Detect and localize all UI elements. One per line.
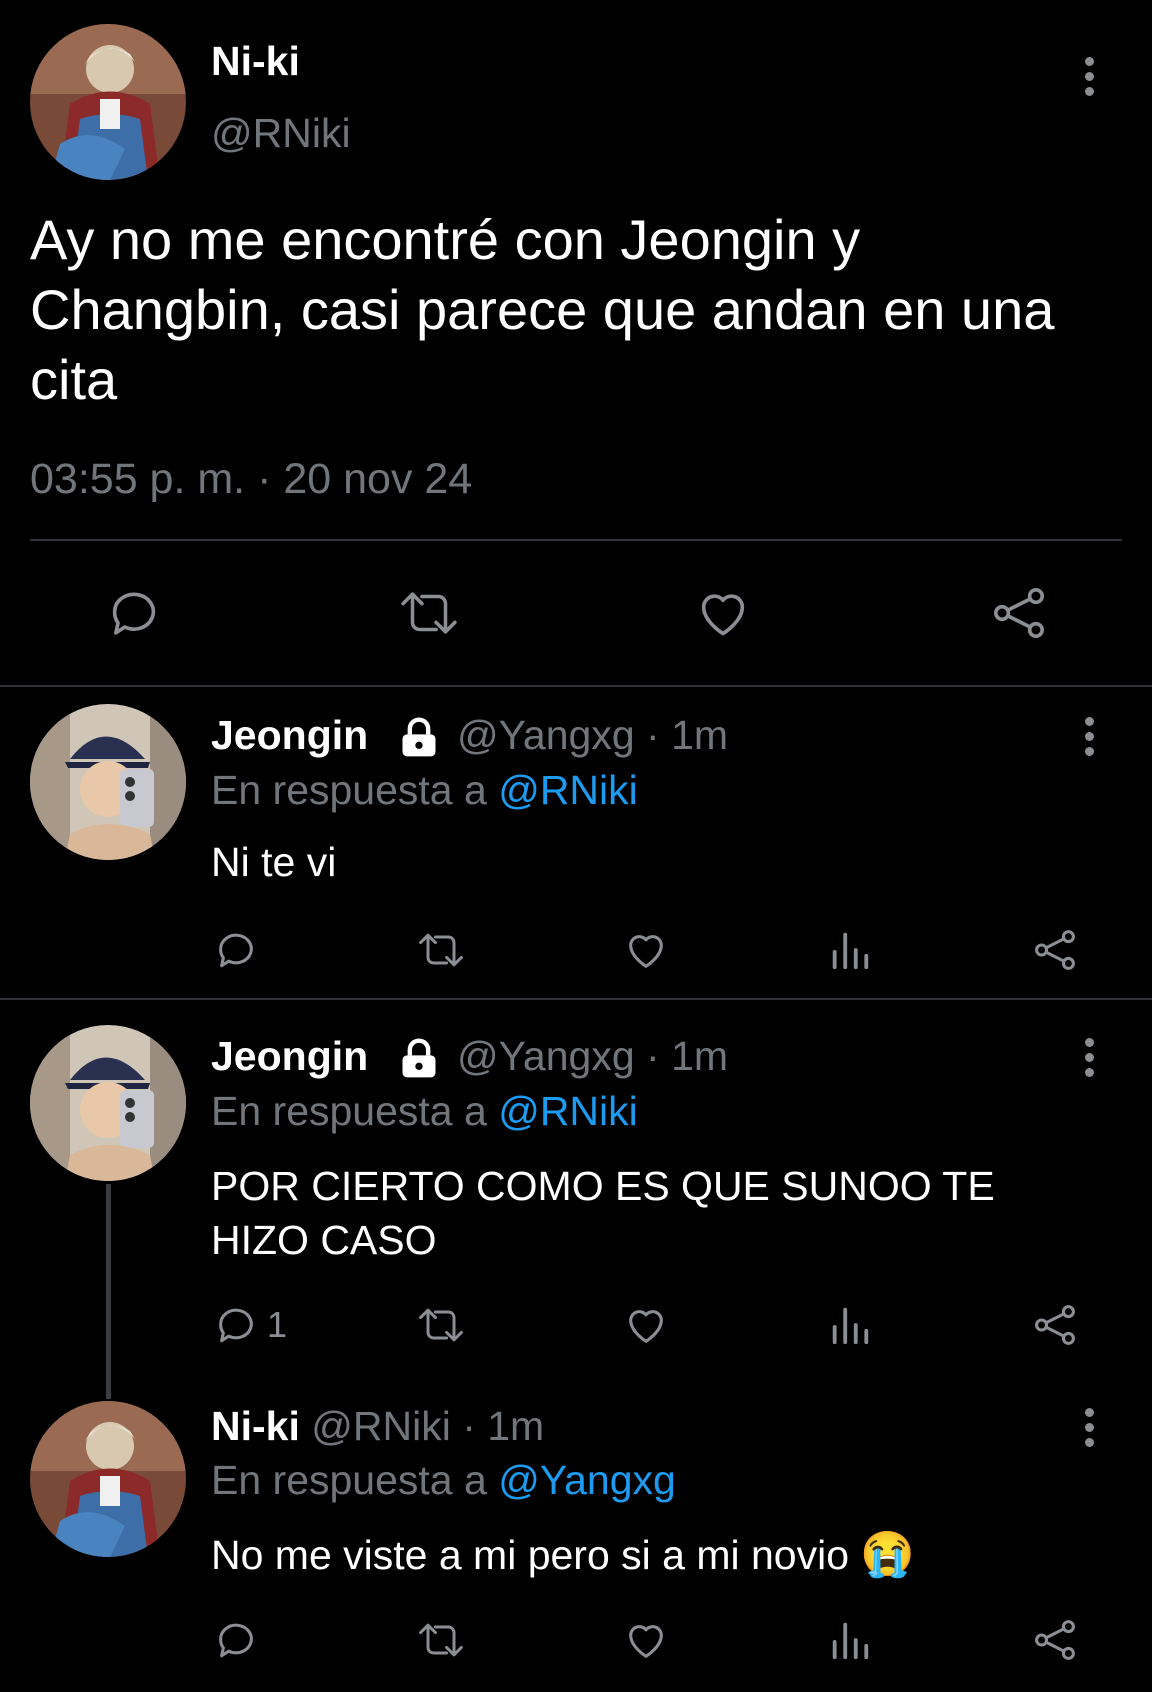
reply-2-like-button[interactable] — [622, 1302, 670, 1348]
more-icon[interactable] — [1081, 53, 1097, 97]
reply-1-like-button[interactable] — [622, 927, 670, 973]
reply-3-share-button[interactable] — [1032, 1617, 1078, 1663]
main-timestamp[interactable]: 03:55 p. m. · 20 nov 24 — [30, 455, 472, 504]
reply-3-like-button[interactable] — [622, 1617, 670, 1663]
reply-2-header: Jeongin @Yangxg · 1m — [211, 1033, 728, 1081]
reply-icon — [219, 933, 253, 968]
retweet-icon — [419, 933, 463, 967]
reply-3-views-button[interactable] — [827, 1617, 873, 1663]
reply-3-text-row: No me viste a mi pero si a mi novio 😭 — [211, 1528, 915, 1580]
main-tweet-text: Ay no me encontré con Jeongin y Changbin… — [30, 208, 1055, 411]
divider-main-stats — [30, 539, 1122, 541]
more-icon[interactable] — [1081, 713, 1097, 757]
reply-2-share-button[interactable] — [1032, 1302, 1078, 1348]
reply-3-header: Ni-ki @RNiki · 1m — [211, 1403, 544, 1450]
reply-2-display-name[interactable]: Jeongin — [211, 1033, 368, 1079]
reply-3-text: No me viste a mi pero si a mi novio — [211, 1532, 850, 1578]
reply-1-handle-time[interactable]: @Yangxg · 1m — [457, 712, 728, 758]
reply-2-text: POR CIERTO COMO ES QUE SUNOO TE HIZO CAS… — [211, 1163, 995, 1263]
reply-1-text: Ni te vi — [211, 839, 337, 885]
views-icon — [832, 1307, 869, 1345]
like-icon — [629, 1625, 663, 1658]
reply-icon — [219, 1308, 253, 1343]
reply-3-reply-button[interactable] — [213, 1617, 267, 1663]
retweet-icon — [401, 592, 457, 634]
thread-line — [106, 1184, 111, 1399]
more-icon[interactable] — [1081, 1404, 1097, 1448]
reply-3-mention[interactable]: @Yangxg — [498, 1457, 676, 1503]
reply-2-reply-count: 1 — [267, 1304, 288, 1345]
reply-3-handle-time[interactable]: @RNiki · 1m — [311, 1403, 544, 1449]
reply-2-reply-button[interactable]: 1 — [213, 1302, 287, 1348]
reply-2-prefix: En respuesta a — [211, 1088, 487, 1134]
reply-3-context: En respuesta a @Yangxg — [211, 1457, 676, 1504]
reply-1-mention[interactable]: @RNiki — [498, 767, 638, 813]
reply-2-retweet-button[interactable] — [415, 1302, 467, 1348]
like-button[interactable] — [693, 584, 753, 642]
like-icon — [701, 594, 745, 636]
avatar-niki[interactable] — [30, 1401, 186, 1557]
reply-1-retweet-button[interactable] — [415, 927, 467, 973]
divider-1 — [0, 685, 1152, 687]
like-icon — [629, 1310, 663, 1343]
divider-2 — [0, 998, 1152, 1000]
avatar-jeongin[interactable] — [30, 704, 186, 860]
crying-face-emoji: 😭 — [860, 1530, 916, 1579]
reply-3-retweet-button[interactable] — [415, 1617, 467, 1663]
views-icon — [832, 1622, 869, 1660]
retweet-icon — [419, 1308, 463, 1342]
reply-3-display-name[interactable]: Ni-ki — [211, 1403, 300, 1449]
avatar-niki[interactable] — [30, 24, 186, 180]
main-handle[interactable]: @RNiki — [211, 110, 351, 157]
more-icon[interactable] — [1081, 1034, 1097, 1078]
reply-2-mention[interactable]: @RNiki — [498, 1088, 638, 1134]
reply-1-display-name[interactable]: Jeongin — [211, 712, 368, 758]
reply-2-context: En respuesta a @RNiki — [211, 1088, 638, 1135]
retweet-icon — [419, 1623, 463, 1657]
share-icon — [1035, 1620, 1075, 1660]
share-icon — [1035, 1305, 1075, 1345]
lock-icon — [402, 717, 436, 757]
reply-1-views-button[interactable] — [827, 927, 873, 973]
lock-icon — [402, 1038, 436, 1078]
share-button[interactable] — [990, 584, 1048, 642]
reply-button[interactable] — [105, 584, 163, 642]
reply-1-prefix: En respuesta a — [211, 767, 487, 813]
share-icon — [1035, 930, 1075, 970]
reply-1-share-button[interactable] — [1032, 927, 1078, 973]
reply-2-handle-time[interactable]: @Yangxg · 1m — [457, 1033, 728, 1079]
main-display-name[interactable]: Ni-ki — [211, 38, 300, 85]
reply-3-prefix: En respuesta a — [211, 1457, 487, 1503]
views-icon — [832, 932, 869, 970]
share-icon — [993, 587, 1045, 639]
like-icon — [629, 935, 663, 968]
reply-1-header: Jeongin @Yangxg · 1m — [211, 712, 728, 760]
reply-1-reply-button[interactable] — [213, 927, 267, 973]
reply-icon — [112, 592, 156, 635]
reply-icon — [219, 1623, 253, 1658]
reply-2-views-button[interactable] — [827, 1302, 873, 1348]
reply-1-context: En respuesta a @RNiki — [211, 767, 638, 814]
avatar-jeongin[interactable] — [30, 1025, 186, 1181]
retweet-button[interactable] — [396, 584, 462, 642]
